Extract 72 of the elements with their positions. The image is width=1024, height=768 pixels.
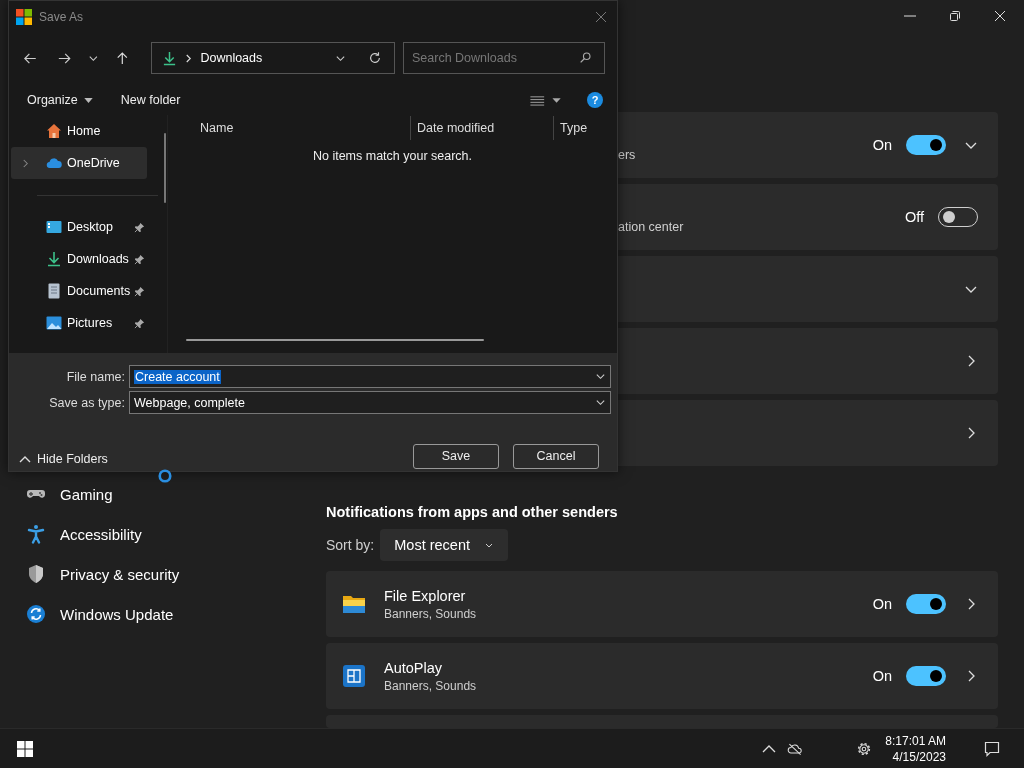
- navigation-item[interactable]: Home: [11, 115, 147, 147]
- cancel-button[interactable]: Cancel: [513, 443, 599, 469]
- column-header[interactable]: Type: [553, 116, 588, 140]
- organize-menu[interactable]: Organize: [19, 89, 101, 111]
- busy-cursor-icon: [157, 469, 172, 483]
- pictures-icon: [46, 315, 62, 331]
- app-name: File Explorer: [384, 587, 467, 604]
- clock-date[interactable]: 4/15/2023: [892, 748, 946, 765]
- navigation-item[interactable]: Desktop: [11, 211, 147, 243]
- chevron-down-icon: [595, 371, 606, 382]
- notification-icon[interactable]: [984, 740, 1000, 757]
- view-options-icon[interactable]: [530, 94, 562, 106]
- sort-label: Sort by:: [326, 537, 375, 553]
- app-detail: Banners, Sounds: [384, 606, 477, 621]
- address-bar[interactable]: Downloads: [151, 42, 395, 74]
- search-icon[interactable]: [579, 51, 592, 64]
- app-card[interactable]: AutoPlay Banners, Sounds On: [326, 643, 998, 709]
- hide-folders-button[interactable]: Hide Folders: [13, 448, 114, 470]
- toggle-state: On: [872, 137, 892, 153]
- section-heading: Notifications from apps and other senders: [326, 504, 619, 522]
- sidebar-item[interactable]: Privacy & security: [16, 554, 188, 594]
- help-button[interactable]: ?: [587, 92, 603, 108]
- house-icon: [46, 123, 62, 139]
- scrollbar[interactable]: [186, 339, 484, 341]
- toggle-state: On: [872, 668, 892, 684]
- refresh-icon[interactable]: [368, 51, 382, 65]
- download-icon: [46, 251, 62, 267]
- new-folder-button[interactable]: New folder: [112, 89, 189, 111]
- field-label: Save as type:: [48, 395, 126, 410]
- expand-chevron-icon[interactable]: [22, 158, 29, 168]
- caret-icon: [83, 97, 93, 103]
- column-header[interactable]: Date modified: [410, 116, 553, 140]
- sidebar-item[interactable]: Gaming: [16, 474, 121, 514]
- document-icon: [46, 283, 62, 299]
- toggle-switch[interactable]: [906, 666, 946, 686]
- search-field[interactable]: Search Downloads: [403, 42, 605, 74]
- windows-logo-icon: [16, 9, 32, 25]
- start-icon[interactable]: [17, 740, 33, 757]
- navigation-item[interactable]: Documents: [11, 275, 147, 307]
- chevron-up-icon: [19, 455, 31, 463]
- file-type-dropdown[interactable]: Webpage, complete: [129, 391, 611, 414]
- window-title: Save As: [39, 10, 84, 24]
- toggle-switch[interactable]: [906, 135, 946, 155]
- shield-icon: [26, 564, 46, 584]
- card-subtitle: ation center: [618, 220, 684, 236]
- restore-icon[interactable]: [949, 10, 961, 22]
- desktop-icon: [46, 219, 62, 235]
- accessibility-icon: [26, 524, 46, 544]
- file-name-field[interactable]: Create account: [129, 365, 611, 388]
- cloud-icon: [46, 155, 62, 171]
- navigation-item[interactable]: Downloads: [11, 243, 147, 275]
- scrollbar[interactable]: [164, 133, 166, 203]
- app-name: AutoPlay: [384, 659, 444, 676]
- sidebar-item[interactable]: Accessibility: [16, 514, 150, 554]
- autoplay-icon: [342, 664, 366, 688]
- navigation-item[interactable]: Pictures: [11, 307, 147, 339]
- field-label: File name:: [65, 369, 126, 384]
- update-icon: [26, 604, 46, 624]
- sort-dropdown[interactable]: Most recent: [380, 529, 508, 561]
- navigation-item[interactable]: OneDrive: [11, 147, 147, 179]
- sidebar-item[interactable]: Windows Update: [16, 594, 182, 634]
- save-button[interactable]: Save: [413, 443, 499, 469]
- chevron-down-icon: [595, 397, 606, 408]
- app-card[interactable]: File Explorer Banners, Sounds On: [326, 571, 998, 637]
- app-detail: Banners, Sounds: [384, 678, 477, 693]
- toggle-switch[interactable]: [906, 594, 946, 614]
- toggle-state: Off: [904, 209, 924, 225]
- download-icon: [162, 50, 178, 66]
- card-subtitle: ers: [618, 148, 636, 164]
- breadcrumb-chevron-icon: [185, 53, 193, 63]
- toggle-state: On: [872, 596, 892, 612]
- clock-time[interactable]: 8:17:01 AM: [885, 732, 946, 749]
